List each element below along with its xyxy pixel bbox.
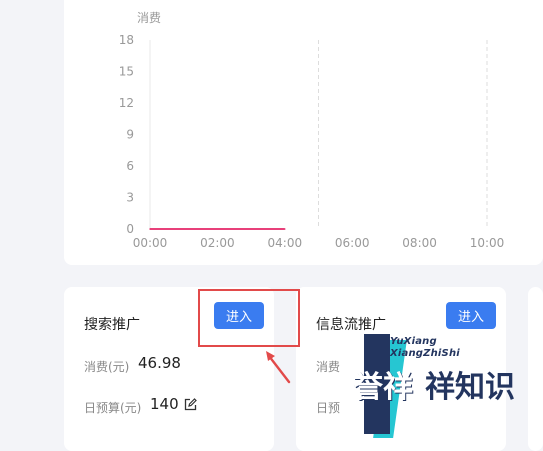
spend-value: 46.98: [138, 354, 181, 372]
y-tick-label: 6: [126, 159, 134, 173]
y-tick-label: 9: [126, 128, 134, 142]
feed-budget-label: 日预: [316, 401, 341, 415]
data-point: [284, 228, 286, 230]
spend-line-chart: 消费 0 3 6 9 12 15 18 00:00 02:00 04:00 06:00 08:00 1…: [119, 11, 505, 250]
y-tick-label: 15: [119, 65, 134, 79]
y-axis-label: 消费: [137, 11, 161, 25]
x-tick-label: 10:00: [470, 236, 505, 250]
feed-promotion-enter-button[interactable]: 进入: [446, 302, 496, 329]
x-tick-label: 04:00: [268, 236, 303, 250]
x-tick-label: 08:00: [402, 236, 437, 250]
daily-budget-value: 140: [150, 395, 179, 413]
y-tick-label: 18: [119, 33, 134, 47]
spend-label: 消费(元): [84, 360, 130, 374]
highlight-box: [198, 289, 300, 347]
watermark-latin-line2: XiangZhiShi: [390, 348, 460, 359]
spend-chart-card: 消费 0 3 6 9 12 15 18 00:00 02:00 04:00 06:00 08:00 1…: [64, 0, 543, 265]
watermark-latin-line1: YuXiang: [390, 336, 437, 347]
data-point: [216, 228, 219, 230]
y-tick-label: 0: [126, 222, 134, 236]
data-point: [182, 228, 185, 230]
arrow-icon: [266, 351, 291, 384]
data-point: [267, 228, 269, 230]
x-tick-label: 02:00: [200, 236, 235, 250]
edit-icon[interactable]: [184, 398, 197, 411]
search-promotion-title: 搜索推广: [84, 317, 140, 333]
y-tick-label: 3: [126, 191, 134, 205]
data-point: [166, 228, 168, 230]
y-tick-label: 12: [119, 96, 134, 110]
watermark-cn-part2: 祥知识: [425, 370, 515, 405]
data-point: [250, 228, 252, 230]
x-tick-label: 00:00: [133, 236, 168, 250]
feed-spend-label: 消费: [316, 360, 341, 374]
data-point: [199, 228, 202, 230]
watermark-cn-part1: 誉祥: [353, 370, 413, 405]
data-point: [149, 228, 151, 230]
watermark-logo: YuXiang XiangZhiShi 誉祥 祥知识: [353, 330, 543, 438]
x-tick-label: 06:00: [335, 236, 370, 250]
daily-budget-label: 日预算(元): [84, 401, 142, 415]
data-point: [233, 228, 236, 230]
